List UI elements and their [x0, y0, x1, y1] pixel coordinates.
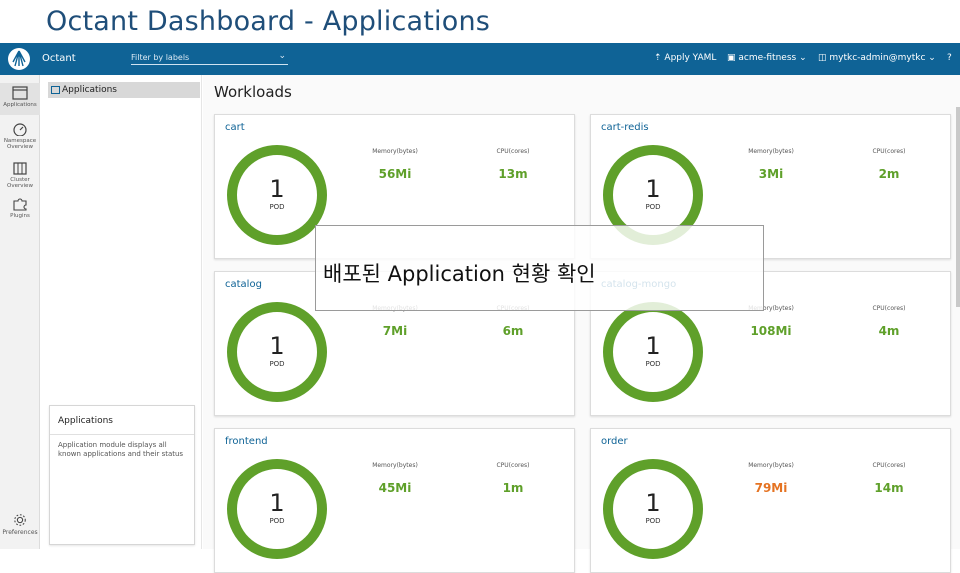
- workload-name-link[interactable]: cart-redis: [601, 122, 649, 133]
- workload-name-link[interactable]: cart: [225, 122, 245, 133]
- pod-label: POD: [645, 203, 661, 211]
- memory-value: 3Mi: [758, 167, 784, 181]
- pod-label: POD: [645, 517, 661, 525]
- pod-count: 1: [269, 175, 285, 203]
- cpu-label: CPU(cores): [872, 148, 906, 155]
- scrollbar[interactable]: [956, 107, 960, 307]
- gear-icon: [14, 514, 26, 526]
- page-title: Workloads: [214, 83, 292, 101]
- chevron-down-icon: ⌄: [278, 51, 286, 61]
- app-name[interactable]: Octant: [42, 53, 76, 64]
- sidebar-item-plugins[interactable]: Plugins: [0, 197, 40, 225]
- help-card: Applications Application module displays…: [49, 405, 195, 545]
- namespace-selector[interactable]: ▣ acme-fitness ⌄: [727, 53, 807, 63]
- cpu-value: 4m: [878, 324, 900, 338]
- namespace-icon: ▣: [727, 53, 739, 63]
- workload-card[interactable]: order 1 POD Memory(bytes) CPU(cores) 79Mi 14m: [590, 428, 951, 573]
- pod-label: POD: [645, 360, 661, 368]
- cluster-icon: [13, 162, 27, 175]
- memory-label: Memory(bytes): [372, 148, 418, 155]
- window-icon: [12, 86, 28, 100]
- memory-value: 56Mi: [378, 167, 412, 181]
- upload-icon: ⇡: [654, 53, 665, 63]
- chevron-down-icon: ⌄: [925, 53, 936, 63]
- filter-placeholder: Filter by labels: [131, 53, 190, 62]
- annotation-caption: 배포된 Application 현황 확인: [323, 262, 596, 286]
- context-selector[interactable]: ◫ mytkc-admin@mytkc ⌄: [818, 53, 936, 63]
- workload-name-link[interactable]: frontend: [225, 436, 268, 447]
- memory-label: Memory(bytes): [748, 148, 794, 155]
- cpu-value: 13m: [498, 167, 528, 181]
- puzzle-icon: [13, 198, 27, 211]
- cpu-value: 6m: [502, 324, 524, 338]
- memory-value: 7Mi: [382, 324, 408, 338]
- memory-label: Memory(bytes): [372, 462, 418, 469]
- help-card-text: Application module displays all known ap…: [58, 441, 184, 458]
- gauge-icon: [13, 123, 27, 136]
- cpu-label: CPU(cores): [496, 462, 530, 469]
- annotation-box: 배포된 Application 현황 확인: [315, 225, 764, 311]
- context-icon: ◫: [818, 53, 830, 63]
- pod-label: POD: [269, 360, 285, 368]
- top-navigation-bar: Octant Filter by labels ⌄ ⇡ Apply YAML ▣…: [0, 43, 960, 75]
- sidebar-item-preferences[interactable]: Preferences: [0, 513, 40, 536]
- label-filter-dropdown[interactable]: Filter by labels ⌄: [131, 50, 288, 65]
- pod-count: 1: [269, 332, 285, 360]
- sidebar-item-applications[interactable]: Applications: [0, 83, 40, 115]
- apply-yaml-button[interactable]: ⇡ Apply YAML: [654, 53, 716, 63]
- memory-value: 79Mi: [754, 481, 788, 495]
- help-card-title: Applications: [50, 406, 194, 435]
- sidebar-item-namespace-overview[interactable]: Namespace Overview: [0, 122, 40, 154]
- workload-card[interactable]: frontend 1 POD Memory(bytes) CPU(cores) 45Mi 1…: [214, 428, 575, 573]
- pod-count: 1: [645, 175, 661, 203]
- window-icon: [51, 86, 60, 94]
- help-icon[interactable]: ?: [947, 53, 952, 63]
- chevron-down-icon: ⌄: [796, 53, 807, 63]
- memory-value: 108Mi: [750, 324, 792, 338]
- workload-name-link[interactable]: catalog: [225, 279, 262, 290]
- subnav-item-applications[interactable]: Applications: [48, 82, 200, 98]
- cpu-value: 2m: [878, 167, 900, 181]
- memory-label: Memory(bytes): [748, 462, 794, 469]
- octant-logo-icon[interactable]: [8, 48, 30, 70]
- pod-label: POD: [269, 203, 285, 211]
- pod-count: 1: [645, 332, 661, 360]
- pod-count: 1: [269, 489, 285, 517]
- cpu-label: CPU(cores): [872, 462, 906, 469]
- sidebar-item-cluster-overview[interactable]: Cluster Overview: [0, 161, 40, 193]
- pod-count: 1: [645, 489, 661, 517]
- workload-name-link[interactable]: order: [601, 436, 628, 447]
- cpu-label: CPU(cores): [872, 305, 906, 312]
- slide-title: Octant Dashboard - Applications: [46, 6, 491, 37]
- cpu-value: 1m: [502, 481, 524, 495]
- sidebar: Applications Namespace Overview Cluster …: [0, 75, 40, 549]
- memory-value: 45Mi: [378, 481, 412, 495]
- cpu-value: 14m: [874, 481, 904, 495]
- pod-label: POD: [269, 517, 285, 525]
- cpu-label: CPU(cores): [496, 148, 530, 155]
